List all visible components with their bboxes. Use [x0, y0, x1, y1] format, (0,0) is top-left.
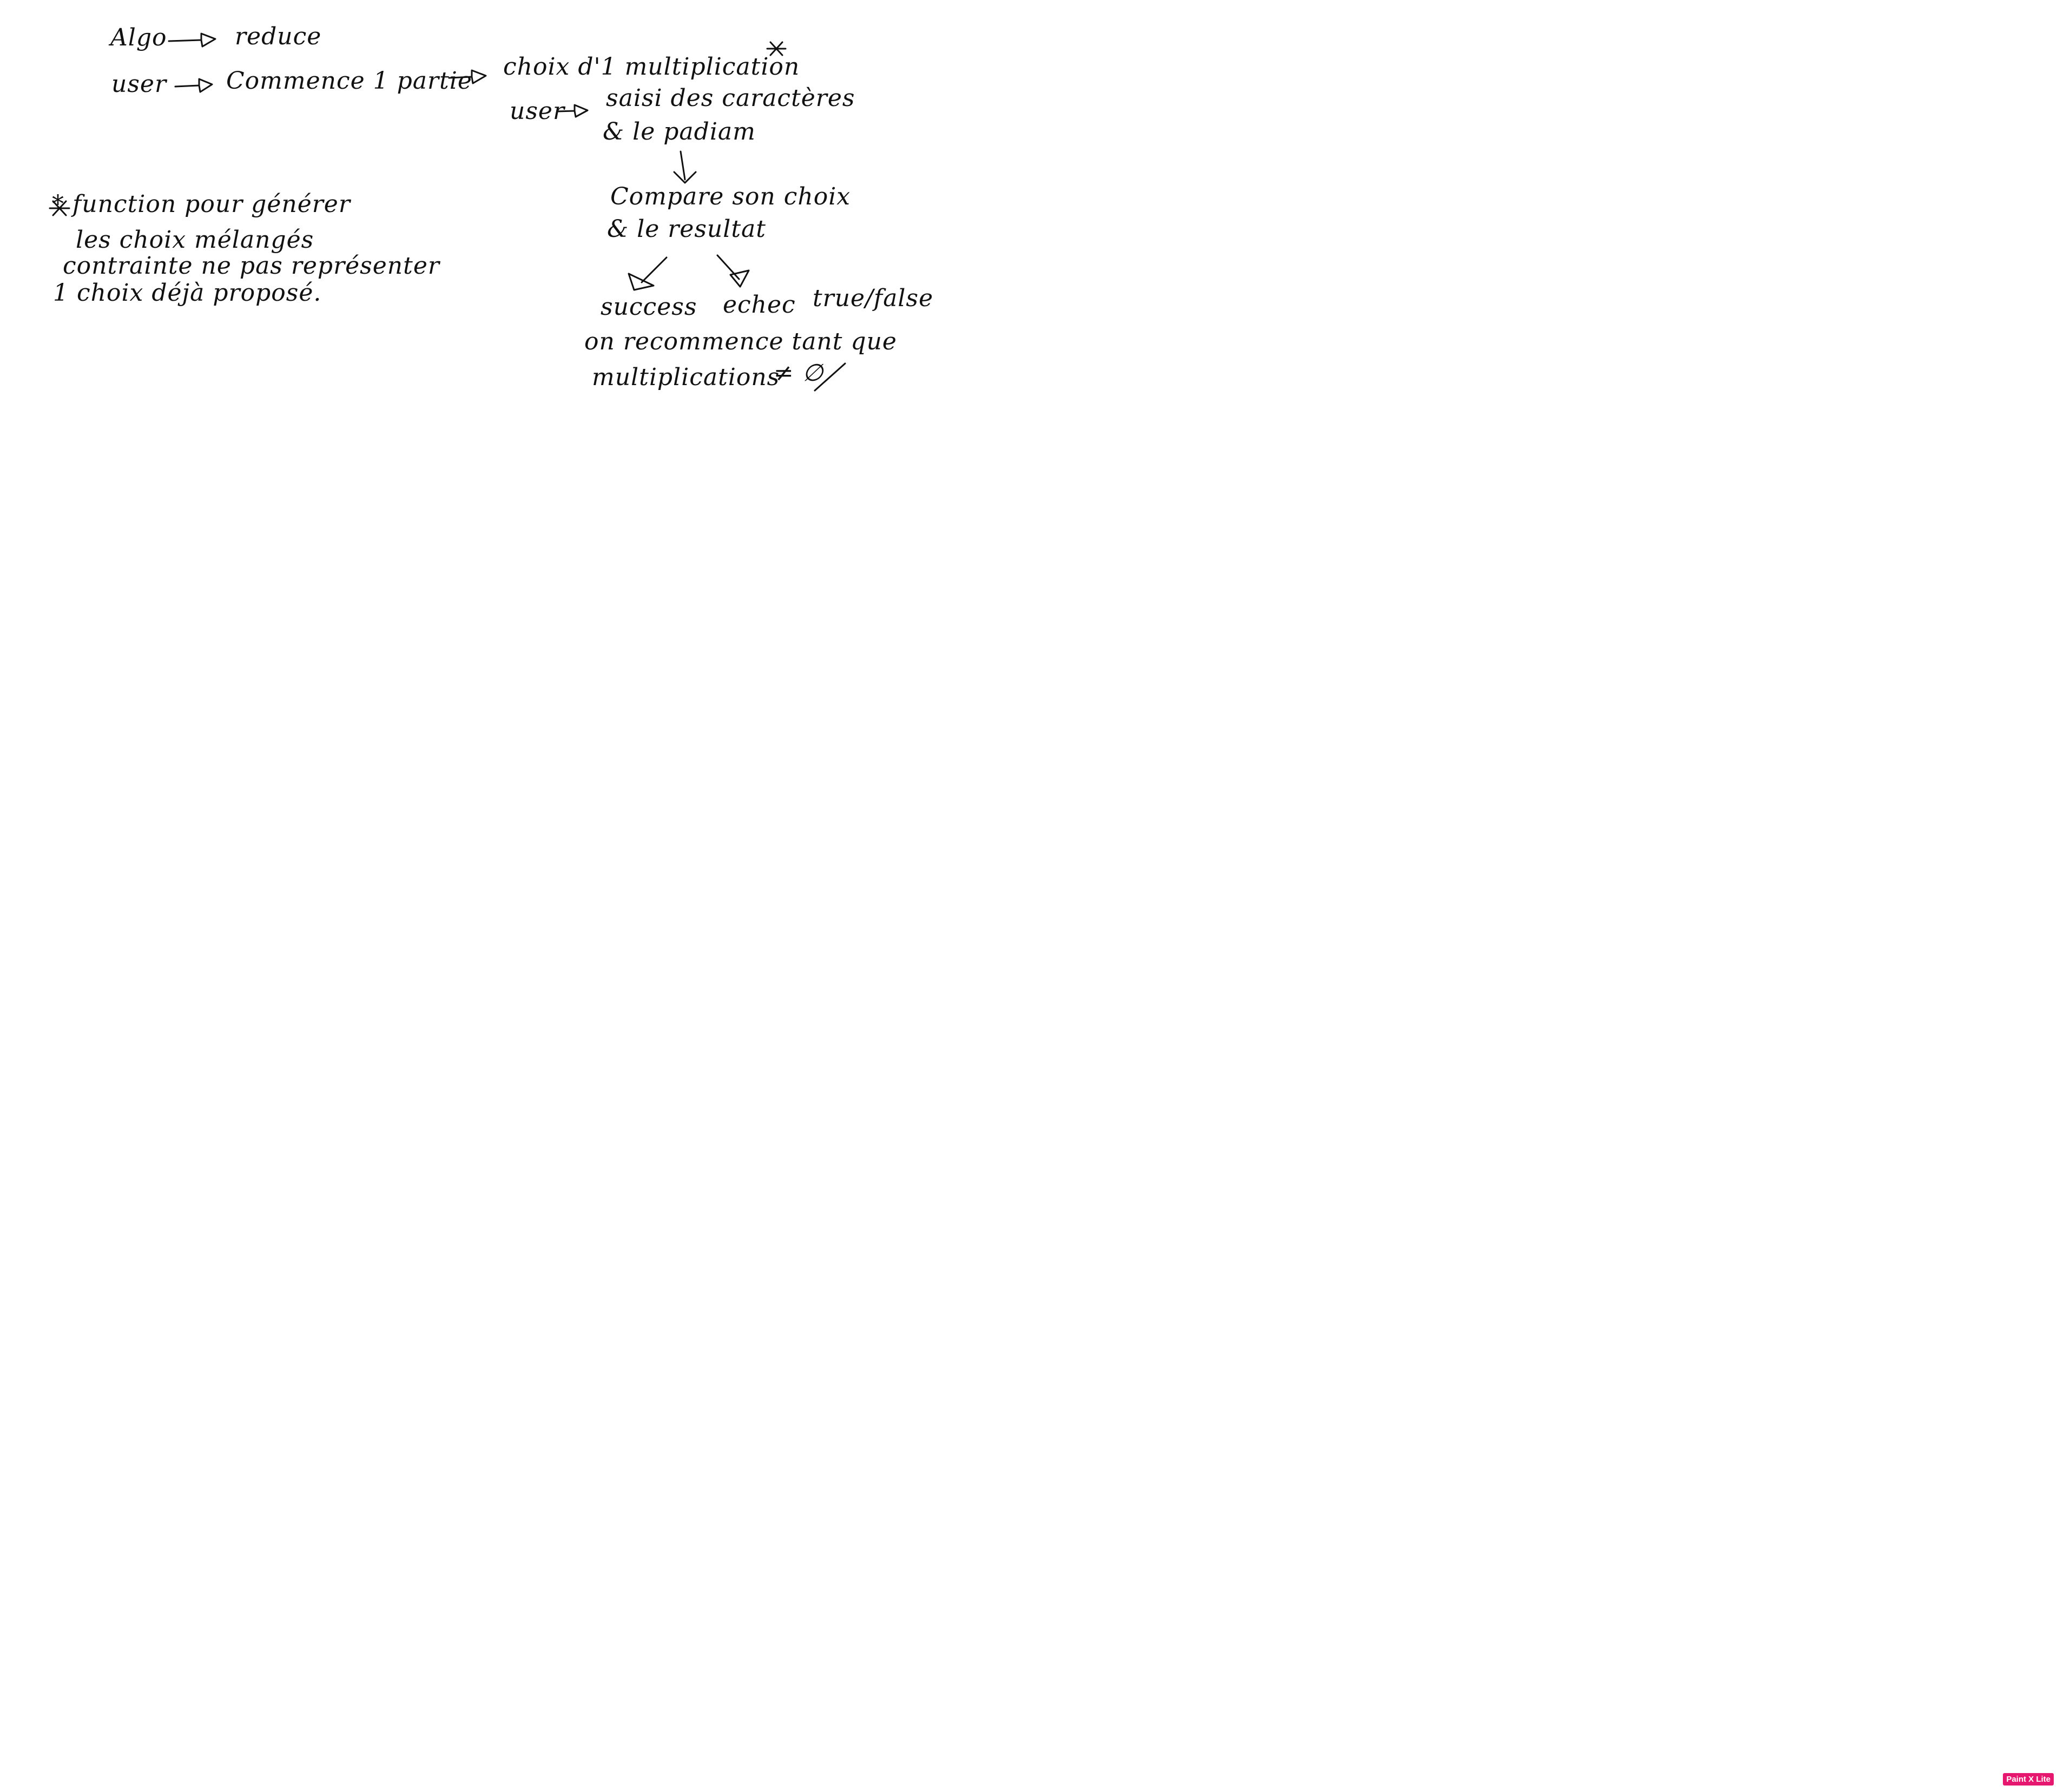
footnote-line-4: 1 choix déjà proposé. [53, 279, 322, 307]
note-choix: choix d'1 multiplication [503, 53, 800, 81]
note-not-equal-empty: ≠ ∅ [774, 359, 824, 387]
note-reduce: reduce [235, 23, 322, 50]
arrow-down-compare [673, 150, 697, 184]
note-compare: Compare son choix [610, 183, 851, 210]
footnote-line-2: les choix mélangés [76, 226, 314, 254]
footnote-line-3: contrainte ne pas représenter [63, 252, 440, 280]
note-echec: echec [723, 291, 796, 319]
drawing-canvas[interactable]: Algo reduce user Commence 1 partie choix… [0, 0, 2057, 1792]
note-multiplications: multiplications [592, 363, 780, 391]
note-padiam: & le padiam [603, 118, 756, 146]
note-resultat: & le resultat [607, 215, 766, 243]
app-badge[interactable]: Paint X Lite [2003, 1773, 2054, 1786]
note-user: user [111, 70, 167, 98]
arrow-user-commence [174, 78, 213, 93]
note-saisi: saisi des caractères [606, 84, 855, 112]
note-true-false: true/false [813, 285, 934, 312]
note-user-2: user [510, 97, 565, 125]
note-star: * [770, 38, 783, 62]
note-success: success [601, 293, 697, 321]
arrow-to-echec [716, 254, 750, 288]
arrow-algo-reduce [168, 32, 216, 48]
note-algo: Algo [110, 24, 167, 51]
arrow-to-success [628, 256, 668, 291]
note-recommence: on recommence tant que [584, 328, 897, 355]
footnote-line-1: * function pour générer [52, 190, 351, 218]
note-commence: Commence 1 partie [226, 67, 472, 95]
